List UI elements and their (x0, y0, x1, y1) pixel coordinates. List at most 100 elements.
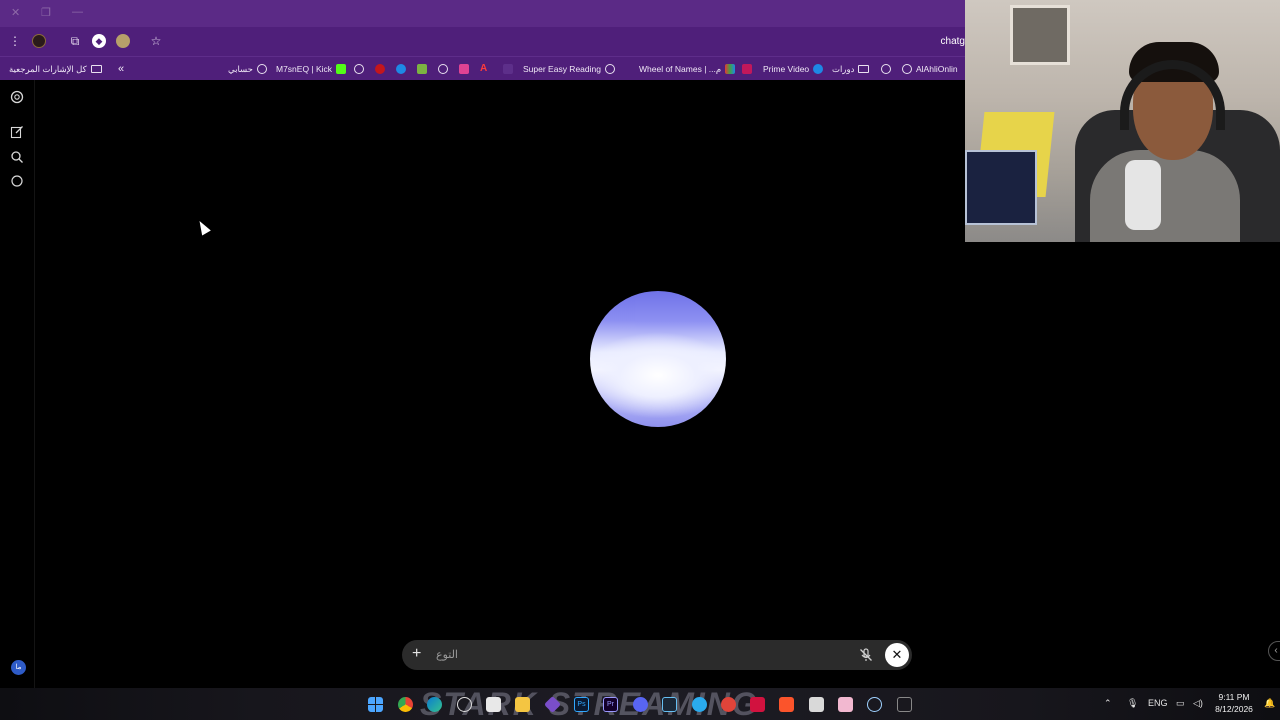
bookmark-item-prime-video[interactable]: Prime Video (763, 62, 824, 76)
screen: ✕ ❐ — ⋮ ⧉ ◆ ☆ chatg كل الإشارات المرجعية… (0, 0, 1280, 720)
bookmark-item-icon-only[interactable]: A (480, 62, 490, 76)
composer-placeholder[interactable]: التوع (436, 648, 458, 661)
edge-app-icon (396, 64, 406, 74)
profile-avatar-icon[interactable] (32, 34, 46, 48)
address-bar-url[interactable]: chatg (941, 36, 965, 47)
obs-app-icon[interactable] (457, 697, 472, 712)
window-restore-icon[interactable]: ❐ (41, 6, 51, 19)
brave-icon[interactable] (779, 697, 794, 712)
browser-title-bar: ✕ ❐ — (0, 0, 965, 27)
bookmark-item-hisabi[interactable]: حسابي (228, 62, 267, 76)
add-attachment-button[interactable]: + (412, 645, 421, 663)
webcam-microphone (1125, 160, 1161, 230)
tray-overflow-icon[interactable]: ⌃ (1104, 698, 1112, 709)
taskbar-clock[interactable]: 9:11 PM 8/12/2026 (1208, 691, 1260, 715)
globe-icon (354, 64, 364, 74)
bookmarks-overflow-button[interactable]: « (118, 62, 124, 76)
globe-icon (604, 64, 615, 74)
windows-start-icon[interactable] (368, 697, 383, 712)
bookmark-item-icon-only[interactable] (375, 62, 385, 76)
notifications-icon[interactable]: 🔔 (1264, 698, 1275, 709)
red-app-icon[interactable] (721, 697, 736, 712)
bookmark-label: حسابي (228, 63, 253, 74)
search-icon[interactable] (10, 150, 24, 164)
bookmark-label: AlAhliOnlin (916, 64, 958, 74)
pink-app-icon[interactable] (838, 697, 853, 712)
photoshop-icon[interactable]: Ps (574, 697, 589, 712)
telegram-icon[interactable] (692, 697, 707, 712)
window-minimize-icon[interactable]: — (72, 6, 83, 18)
extension-emoji-icon[interactable] (116, 34, 130, 48)
bookmark-item-kick[interactable]: M7snEQ | Kick (276, 62, 347, 76)
language-indicator[interactable]: ENG (1148, 698, 1168, 708)
edge-app-icon[interactable] (427, 697, 442, 712)
bookmark-star-icon[interactable]: ☆ (149, 34, 163, 48)
steam-icon[interactable] (662, 697, 677, 712)
globe-icon (902, 64, 912, 74)
bookmark-item-icon-only[interactable] (417, 62, 427, 76)
bookmark-item-wheel-of-names[interactable]: Wheel of Names | ...م (639, 62, 736, 76)
volume-icon[interactable]: ◁) (1193, 698, 1203, 709)
file-explorer-icon[interactable] (515, 697, 530, 712)
bookmark-item-icon-only[interactable] (396, 62, 406, 76)
folder-icon (858, 65, 870, 73)
bookmark-item-alahli[interactable]: AlAhliOnlin (902, 62, 958, 76)
chrome-app-icon[interactable] (398, 697, 413, 712)
webcam-person-body (1090, 150, 1240, 242)
purple-app-icon (503, 64, 513, 74)
all-bookmarks-button[interactable]: كل الإشارات المرجعية (9, 62, 102, 76)
webcam-background-window (1010, 5, 1070, 65)
download-app-icon (417, 64, 427, 74)
windows-taskbar: STARK STREAMING Ps Pr ⌃ 🎙 ENG ▭ ◁) 9:11 … (0, 688, 1280, 720)
chat-bubble-icon[interactable] (10, 174, 24, 188)
bookmark-item-icon-only[interactable] (742, 62, 752, 76)
bookmark-item-icon-only[interactable] (881, 62, 891, 76)
tray-mic-icon[interactable]: 🎙 (1127, 698, 1138, 709)
globe-icon (256, 64, 267, 74)
bookmark-item-icon-only[interactable] (459, 62, 469, 76)
snipping-tool-icon[interactable] (809, 697, 824, 712)
bookmarks-bar: كل الإشارات المرجعية « حسابي M7snEQ | Ki… (0, 56, 965, 80)
network-icon[interactable]: ▭ (1176, 698, 1185, 709)
openai-logo-icon[interactable] (10, 90, 24, 104)
bookmark-item-icon-only[interactable] (438, 62, 448, 76)
store-app-icon[interactable] (486, 697, 501, 712)
extensions-icon[interactable]: ⧉ (68, 34, 82, 48)
clock-time: 9:11 PM (1218, 692, 1250, 702)
red-app-icon (375, 64, 385, 74)
adobe-app-icon[interactable] (750, 697, 765, 712)
premiere-icon[interactable]: Pr (603, 697, 618, 712)
window-close-icon[interactable]: ✕ (11, 6, 20, 19)
webcam-overlay (965, 0, 1280, 242)
chatgpt-sidebar-rail (0, 80, 35, 688)
user-avatar[interactable]: ما (11, 660, 26, 675)
side-panel-chevron-icon[interactable]: ‹ (1268, 641, 1280, 661)
pink-app-icon (459, 64, 469, 74)
bookmark-label: Super Easy Reading (523, 64, 601, 74)
discord-icon[interactable] (633, 697, 648, 712)
mic-muted-icon[interactable] (858, 647, 874, 663)
app-icon (742, 64, 752, 74)
all-bookmarks-label: كل الإشارات المرجعية (9, 63, 87, 74)
browser-toolbar: ⋮ ⧉ ◆ ☆ chatg (0, 27, 965, 56)
folder-icon (90, 65, 102, 73)
new-chat-icon[interactable] (10, 125, 24, 139)
mouse-cursor-icon (195, 218, 211, 236)
browser-menu-icon[interactable]: ⋮ (8, 34, 22, 48)
settings-app-icon[interactable] (867, 697, 882, 712)
end-voice-button[interactable]: ✕ (885, 643, 909, 667)
bookmark-item-icon-only[interactable] (354, 62, 364, 76)
excel-app-icon[interactable] (897, 697, 912, 712)
wheel-of-names-icon (725, 64, 736, 74)
prime-video-icon (813, 64, 824, 74)
bookmark-label: Prime Video (763, 64, 810, 74)
bookmark-folder-dawrat[interactable]: دورات (832, 62, 870, 76)
bookmark-label: M7snEQ | Kick (276, 64, 333, 74)
clock-date: 8/12/2026 (1215, 704, 1253, 714)
globe-icon (881, 64, 891, 74)
bookmark-item-icon-only[interactable] (503, 62, 513, 76)
extension-shield-icon[interactable]: ◆ (92, 34, 106, 48)
bookmark-label: دورات (832, 63, 855, 74)
letter-a-icon: A (480, 63, 488, 74)
bookmark-item-super-easy-reading[interactable]: Super Easy Reading (523, 62, 615, 76)
